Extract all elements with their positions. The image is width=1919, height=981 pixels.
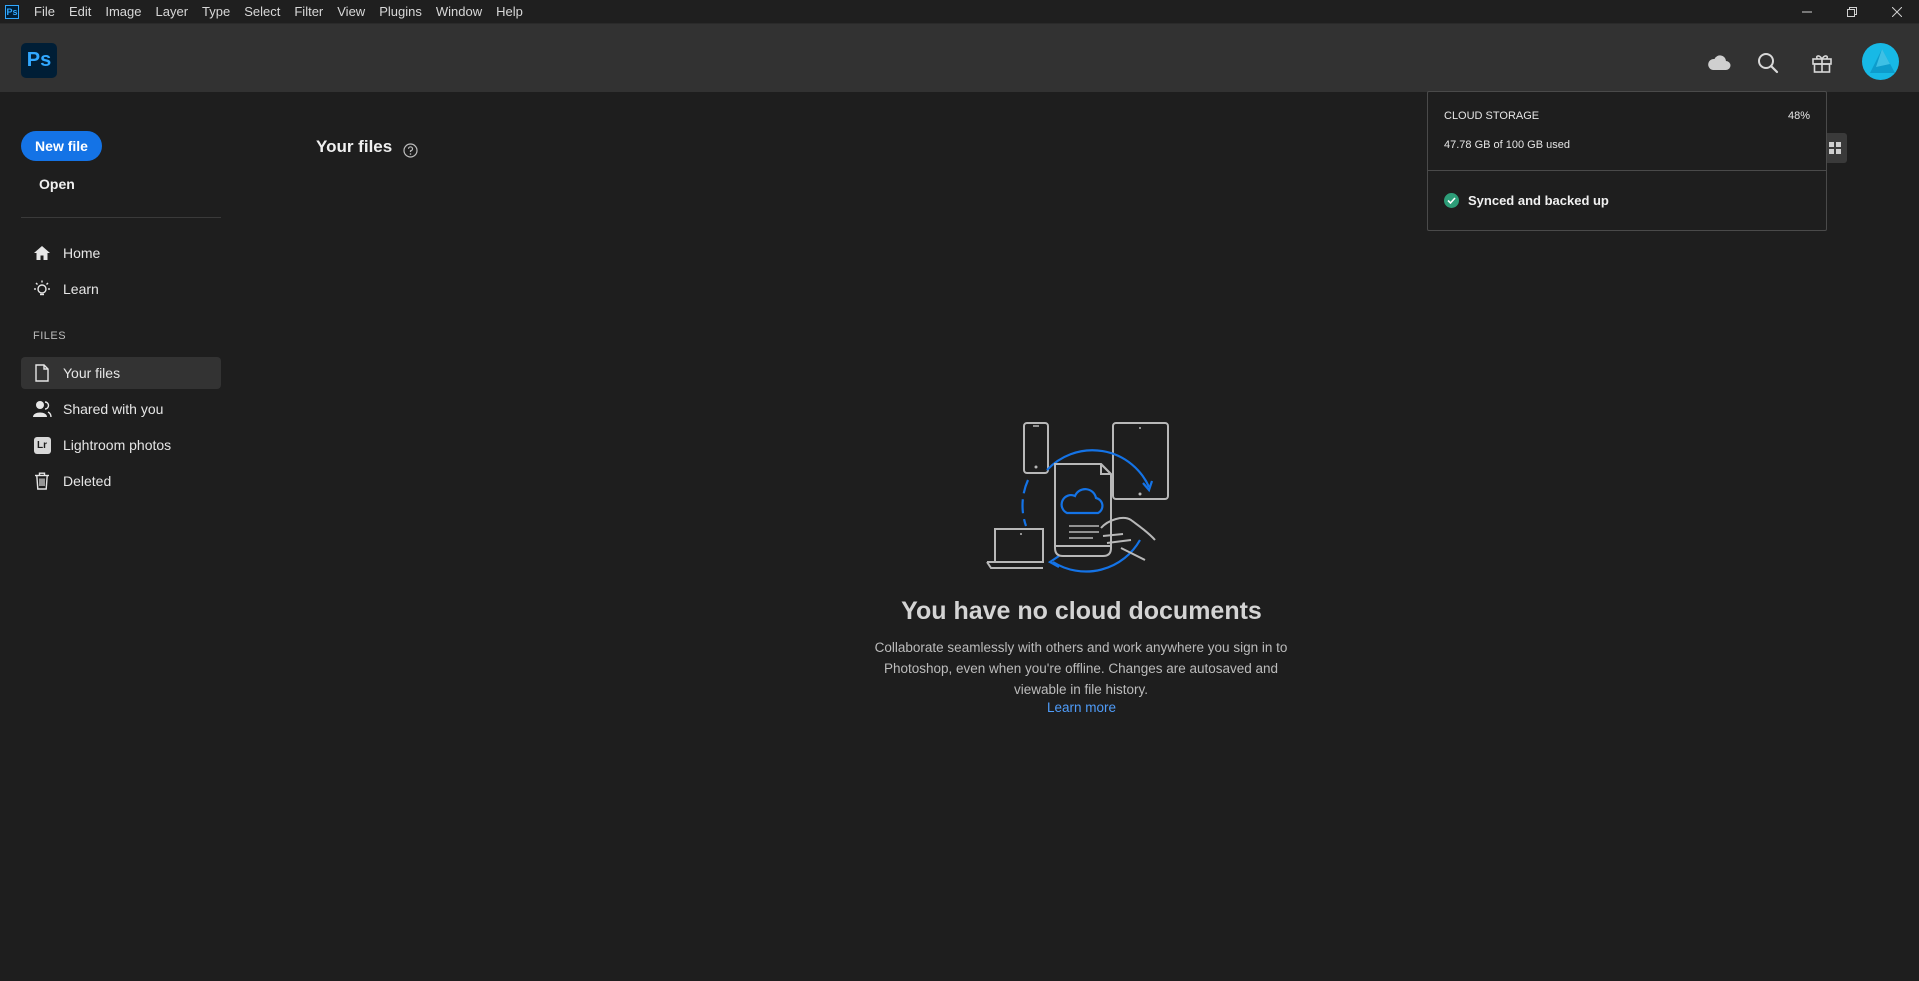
sidebar-item-learn[interactable]: Learn: [21, 273, 221, 305]
open-button[interactable]: Open: [39, 176, 75, 192]
search-icon[interactable]: [1755, 50, 1781, 76]
sidebar-item-your-files[interactable]: Your files: [21, 357, 221, 389]
sidebar-item-label: Shared with you: [63, 401, 164, 417]
menu-bar: Ps File Edit Image Layer Type Select Fil…: [0, 0, 1919, 24]
sidebar-item-shared-with-you[interactable]: Shared with you: [21, 393, 221, 425]
menu-image[interactable]: Image: [98, 0, 148, 23]
menu-window[interactable]: Window: [429, 0, 489, 23]
sidebar-item-deleted[interactable]: Deleted: [21, 465, 221, 497]
file-icon: [32, 363, 52, 383]
shared-users-icon: [32, 399, 52, 419]
sidebar-item-label: Deleted: [63, 473, 112, 489]
menu-file[interactable]: File: [27, 0, 62, 23]
sync-status: Synced and backed up: [1444, 193, 1609, 208]
app-header: Ps: [0, 24, 1919, 92]
minimize-icon[interactable]: [1784, 0, 1829, 23]
sidebar-item-label: Home: [63, 245, 101, 261]
photoshop-app-icon: Ps: [5, 4, 19, 19]
menu-filter[interactable]: Filter: [287, 0, 330, 23]
photoshop-logo[interactable]: Ps: [21, 43, 57, 78]
window-controls: [1784, 0, 1919, 23]
cloud-icon[interactable]: [1706, 50, 1732, 76]
gift-icon[interactable]: [1809, 50, 1835, 76]
check-circle-icon: [1444, 193, 1459, 208]
menu-layer[interactable]: Layer: [149, 0, 196, 23]
lightroom-icon-text: Lr: [33, 436, 51, 454]
help-icon[interactable]: [403, 143, 418, 158]
sidebar-item-label: Your files: [63, 365, 121, 381]
files-section-label: FILES: [33, 330, 67, 342]
page-title: Your files: [316, 137, 393, 156]
storage-label: CLOUD STORAGE: [1444, 110, 1540, 122]
menu-view[interactable]: View: [330, 0, 372, 23]
storage-percent: 48%: [1787, 110, 1810, 122]
popover-divider: [1428, 170, 1826, 171]
cloud-sync-illustration: [983, 420, 1183, 580]
lightroom-icon: Lr: [32, 435, 52, 455]
empty-state-heading: You have no cloud documents: [901, 597, 1262, 625]
menu-edit[interactable]: Edit: [62, 0, 98, 23]
cloud-storage-popover: CLOUD STORAGE 48% 47.78 GB of 100 GB use…: [1427, 91, 1827, 231]
sidebar-item-lightroom-photos[interactable]: Lr Lightroom photos: [21, 429, 221, 461]
restore-icon[interactable]: [1829, 0, 1874, 23]
menu-type[interactable]: Type: [195, 0, 237, 23]
trash-icon: [32, 471, 52, 491]
avatar[interactable]: [1862, 43, 1899, 80]
learn-more-link[interactable]: Learn more: [0, 700, 1919, 715]
new-file-button[interactable]: New file: [21, 131, 102, 161]
home-icon: [32, 243, 52, 263]
sidebar-divider: [21, 217, 221, 218]
storage-used-text: 47.78 GB of 100 GB used: [1444, 139, 1570, 151]
sidebar-item-label: Lightroom photos: [63, 437, 172, 453]
close-icon[interactable]: [1874, 0, 1919, 23]
menu-select[interactable]: Select: [237, 0, 287, 23]
lightbulb-icon: [32, 279, 52, 299]
empty-state-description: Collaborate seamlessly with others and w…: [874, 640, 1288, 697]
menu-plugins[interactable]: Plugins: [372, 0, 429, 23]
sidebar-item-label: Learn: [63, 281, 99, 297]
menu-help[interactable]: Help: [489, 0, 530, 23]
sidebar-item-home[interactable]: Home: [21, 237, 221, 269]
sync-status-label: Synced and backed up: [1468, 193, 1609, 208]
